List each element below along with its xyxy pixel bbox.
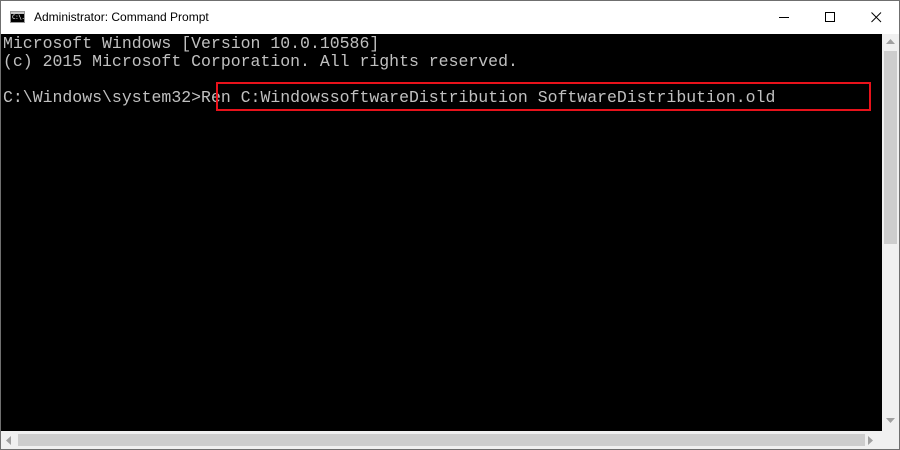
version-line: Microsoft Windows [Version 10.0.10586] <box>3 34 380 53</box>
title-bar[interactable]: C:\. Administrator: Command Prompt <box>1 1 899 34</box>
maximize-icon <box>825 12 835 22</box>
console-output[interactable]: Microsoft Windows [Version 10.0.10586] (… <box>1 34 882 431</box>
minimize-icon <box>779 17 789 18</box>
close-icon <box>871 12 882 23</box>
vertical-scrollbar-thumb[interactable] <box>884 51 897 244</box>
horizontal-scrollbar[interactable] <box>1 431 882 449</box>
vertical-scrollbar[interactable] <box>882 34 899 431</box>
maximize-button[interactable] <box>807 1 853 34</box>
copyright-line: (c) 2015 Microsoft Corporation. All righ… <box>3 52 518 71</box>
scroll-left-arrow-icon[interactable] <box>6 436 12 445</box>
horizontal-scrollbar-thumb[interactable] <box>18 434 865 446</box>
scroll-down-arrow-icon[interactable] <box>886 418 895 424</box>
close-button[interactable] <box>853 1 899 34</box>
prompt-text: C:\Windows\system32> <box>3 88 202 107</box>
minimize-button[interactable] <box>761 1 807 34</box>
scrollbar-corner <box>882 431 899 449</box>
command-highlight-box <box>216 82 871 111</box>
scroll-right-arrow-icon[interactable] <box>868 436 874 445</box>
command-prompt-icon[interactable]: C:\. <box>10 11 25 23</box>
command-prompt-window: C:\. Administrator: Command Prompt Micro… <box>0 0 900 450</box>
scroll-up-arrow-icon[interactable] <box>886 39 895 45</box>
window-title: Administrator: Command Prompt <box>34 10 209 24</box>
icon-glyph-text: C:\. <box>12 14 25 21</box>
